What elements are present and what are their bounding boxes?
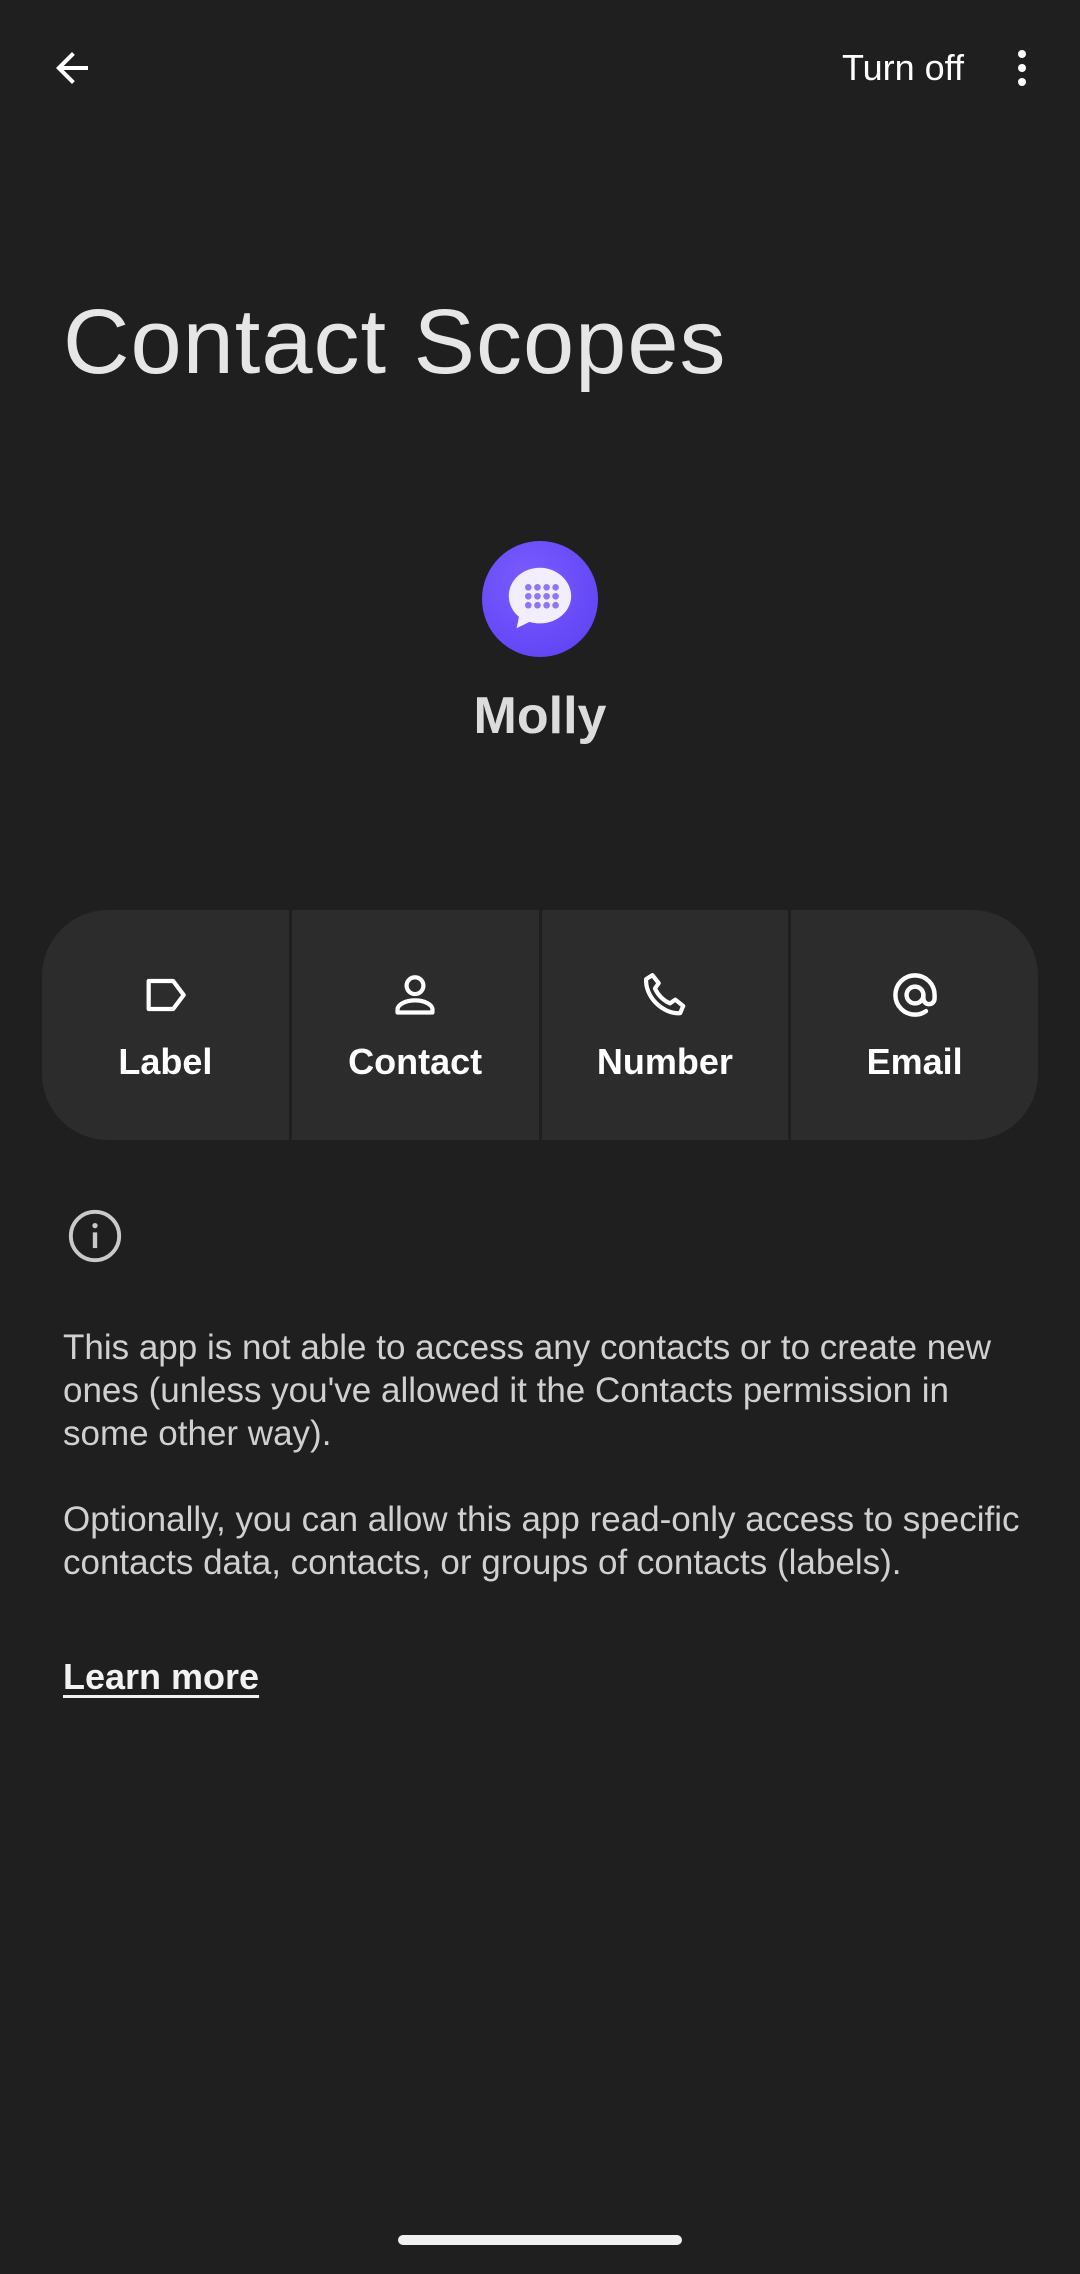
gesture-nav-handle[interactable] <box>398 2235 682 2245</box>
scope-email-button[interactable]: Email <box>791 910 1038 1140</box>
turn-off-button[interactable]: Turn off <box>842 38 964 98</box>
scope-email-text: Email <box>866 1041 963 1082</box>
learn-more-link[interactable]: Learn more <box>63 1656 259 1698</box>
scope-button-group: Label Contact Number Email <box>42 910 1038 1140</box>
scope-contact-button[interactable]: Contact <box>291 910 542 1140</box>
back-button[interactable] <box>40 36 104 100</box>
scope-contact-text: Contact <box>348 1041 483 1082</box>
page-title: Contact Scopes <box>63 291 727 393</box>
app-name: Molly <box>473 687 607 745</box>
scope-label-text: Label <box>118 1041 213 1082</box>
molly-app-icon <box>482 541 598 657</box>
at-sign-icon <box>887 967 943 1023</box>
info-icon <box>66 1207 124 1265</box>
arrow-back-icon <box>56 52 88 84</box>
chat-bubble-icon <box>508 567 572 629</box>
label-icon <box>137 967 193 1023</box>
more-vert-icon <box>1018 50 1026 86</box>
top-app-bar: Turn off <box>0 0 1080 136</box>
person-icon <box>387 967 443 1023</box>
scope-label-button[interactable]: Label <box>42 910 292 1140</box>
info-paragraph-2: Optionally, you can allow this app read-… <box>63 1500 1020 1582</box>
info-paragraph-1: This app is not able to access any conta… <box>63 1328 991 1453</box>
phone-icon <box>637 967 693 1023</box>
scope-number-text: Number <box>596 1041 733 1082</box>
more-options-button[interactable] <box>990 36 1054 100</box>
scope-number-button[interactable]: Number <box>541 910 792 1140</box>
